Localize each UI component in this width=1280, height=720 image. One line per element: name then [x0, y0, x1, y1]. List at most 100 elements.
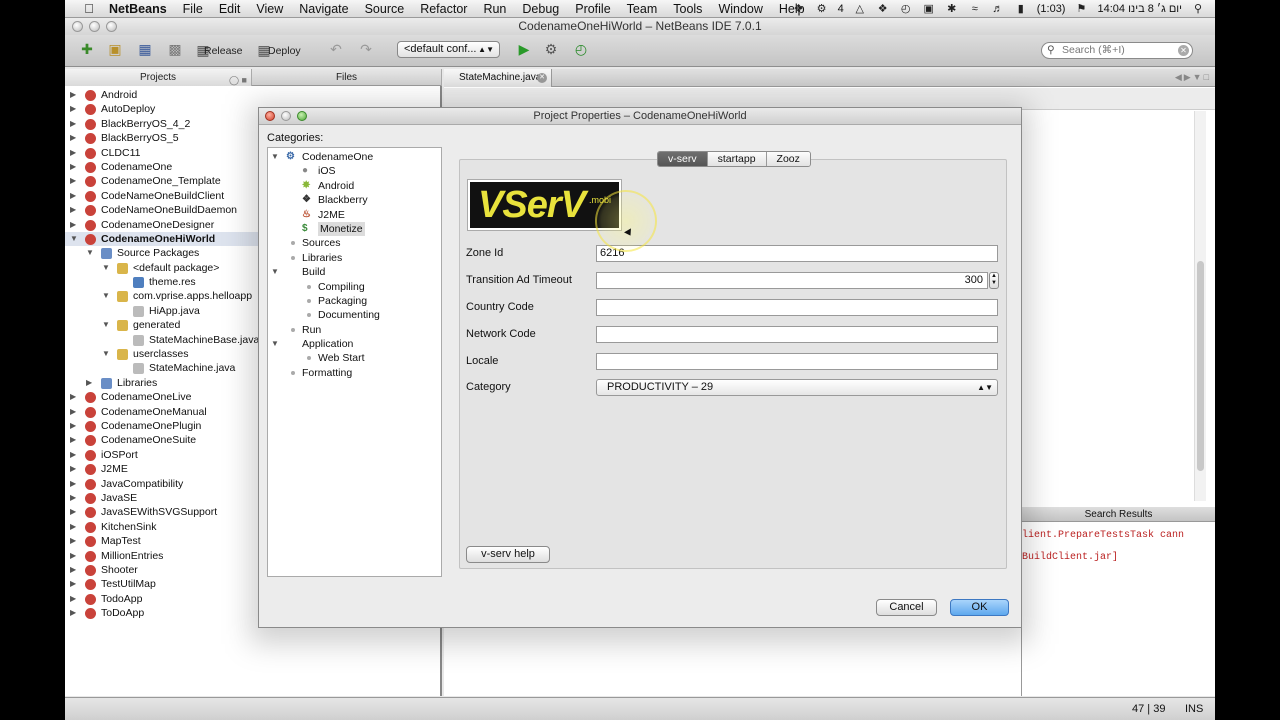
collapse-arrow-icon[interactable]: ▶ [70, 88, 76, 102]
category-item[interactable]: Packaging [268, 294, 441, 308]
collapse-arrow-icon[interactable]: ▶ [70, 433, 76, 447]
country-code-input[interactable] [596, 299, 998, 316]
collapse-arrow-icon[interactable]: ▶ [70, 549, 76, 563]
tab-projects[interactable]: Projects ◯ ■ [65, 69, 252, 86]
collapse-arrow-icon[interactable]: ▶ [70, 405, 76, 419]
expand-arrow-icon[interactable]: ▼ [70, 232, 78, 246]
volume-icon[interactable]: ♬ [991, 3, 1005, 15]
clock[interactable]: יום ג׳ 8 בינו 14:04 [1097, 3, 1182, 15]
configuration-select[interactable]: <default conf... ▲▼ [397, 41, 500, 58]
expand-arrow-icon[interactable]: ▼ [102, 318, 110, 332]
collapse-arrow-icon[interactable]: ▶ [70, 131, 76, 145]
expand-arrow-icon[interactable]: ▼ [102, 347, 110, 361]
menu-view[interactable]: View [248, 2, 291, 16]
category-item[interactable]: ▼ ⚙ CodenameOne [268, 150, 441, 164]
skype-icon[interactable]: ❖ [792, 3, 806, 15]
collapse-arrow-icon[interactable]: ▶ [70, 174, 76, 188]
deploy-button[interactable]: Deploy [268, 45, 301, 57]
expand-arrow-icon[interactable]: ▼ [271, 150, 279, 164]
category-item[interactable]: ▼ Application [268, 337, 441, 351]
tab-controls-icon[interactable]: ◯ ■ [229, 72, 247, 89]
network-code-input[interactable] [596, 326, 998, 343]
category-item[interactable]: ▼ Build [268, 265, 441, 279]
collapse-arrow-icon[interactable]: ▶ [70, 491, 76, 505]
wifi-icon[interactable]: ≈ [968, 3, 982, 15]
collapse-arrow-icon[interactable]: ▶ [70, 160, 76, 174]
scrollbar-thumb[interactable] [1197, 261, 1204, 471]
tab-files[interactable]: Files [252, 69, 442, 86]
new-file-icon[interactable]: ✚ [78, 40, 96, 58]
menu-debug[interactable]: Debug [514, 2, 567, 16]
menu-edit[interactable]: Edit [211, 2, 249, 16]
collapse-arrow-icon[interactable]: ▶ [70, 606, 76, 620]
category-item[interactable]: ✸ Android [268, 179, 441, 193]
menu-window[interactable]: Window [710, 2, 770, 16]
category-item[interactable]: Sources [268, 236, 441, 250]
zone-id-input[interactable]: 6216 [596, 245, 998, 262]
category-select[interactable]: PRODUCTIVITY – 29 ▲▼ [596, 379, 998, 396]
editor-tab-statemachine[interactable]: StateMachine.java ✕ [444, 69, 552, 87]
expand-arrow-icon[interactable]: ▼ [86, 246, 94, 260]
undo-icon[interactable]: ↶ [327, 40, 345, 58]
editor-nav-icons[interactable]: ◀▶▼□ [1175, 72, 1211, 83]
debug-icon[interactable]: ⚙ [542, 40, 560, 58]
collapse-arrow-icon[interactable]: ▶ [70, 218, 76, 232]
collapse-arrow-icon[interactable]: ▶ [70, 577, 76, 591]
tree-row[interactable]: ▶ Android [65, 88, 442, 102]
category-item[interactable]: Libraries [268, 251, 441, 265]
collapse-arrow-icon[interactable]: ▶ [70, 563, 76, 577]
menu-profile[interactable]: Profile [567, 2, 618, 16]
cancel-button[interactable]: Cancel [876, 599, 937, 616]
clear-search-icon[interactable]: ✕ [1178, 45, 1189, 56]
tab-startapp[interactable]: startapp [707, 152, 767, 166]
collapse-arrow-icon[interactable]: ▶ [70, 520, 76, 534]
drive-icon[interactable]: △ [853, 3, 867, 15]
menu-tools[interactable]: Tools [665, 2, 710, 16]
close-tab-icon[interactable]: ✕ [537, 73, 547, 83]
transition-timeout-input[interactable]: 300 [596, 272, 988, 289]
battery-icon[interactable]: ▮ [1014, 3, 1028, 15]
new-project-icon[interactable]: ▣ [106, 40, 124, 58]
display-icon[interactable]: ▣ [922, 3, 936, 15]
spotlight-icon[interactable]: ⚲ [1191, 3, 1205, 15]
window-minimize-button[interactable] [89, 21, 100, 32]
tab-vserv[interactable]: v-serv [658, 152, 708, 166]
ide-search-input[interactable]: ⚲ Search (⌘+I) ✕ [1041, 42, 1193, 59]
dialog-zoom-button[interactable] [297, 111, 307, 121]
tab-zooz[interactable]: Zooz [766, 152, 810, 166]
flag-icon[interactable]: ⚑ [1074, 3, 1088, 15]
window-close-button[interactable] [72, 21, 83, 32]
locale-input[interactable] [596, 353, 998, 370]
bluetooth-icon[interactable]: ✱ [945, 3, 959, 15]
menu-file[interactable]: File [175, 2, 211, 16]
category-item[interactable]: Formatting [268, 366, 441, 380]
category-item[interactable]: ♨ J2ME [268, 208, 441, 222]
time-machine-icon[interactable]: ◴ [899, 3, 913, 15]
menu-refactor[interactable]: Refactor [412, 2, 475, 16]
menu-navigate[interactable]: Navigate [291, 2, 356, 16]
editor-scrollbar[interactable] [1194, 111, 1206, 501]
dropbox-icon[interactable]: ❖ [876, 3, 890, 15]
profile-icon[interactable]: ◴ [572, 40, 590, 58]
menu-app-name[interactable]: NetBeans [101, 2, 175, 16]
collapse-arrow-icon[interactable]: ▶ [70, 117, 76, 131]
collapse-arrow-icon[interactable]: ▶ [70, 146, 76, 160]
category-item[interactable]: $ Monetize [268, 221, 441, 237]
category-item[interactable]: Run [268, 323, 441, 337]
collapse-arrow-icon[interactable]: ▶ [70, 462, 76, 476]
collapse-arrow-icon[interactable]: ▶ [70, 102, 76, 116]
timeout-stepper-icon[interactable]: ▲ ▼ [989, 272, 999, 289]
menu-source[interactable]: Source [357, 2, 413, 16]
open-project-icon[interactable]: ▦ [136, 40, 154, 58]
collapse-arrow-icon[interactable]: ▶ [70, 477, 76, 491]
expand-arrow-icon[interactable]: ▼ [271, 337, 279, 351]
save-all-icon[interactable]: ▩ [166, 40, 184, 58]
collapse-arrow-icon[interactable]: ▶ [70, 390, 76, 404]
collapse-arrow-icon[interactable]: ▶ [70, 592, 76, 606]
expand-arrow-icon[interactable]: ▼ [102, 289, 110, 303]
collapse-arrow-icon[interactable]: ▶ [70, 534, 76, 548]
category-item[interactable]: Web Start [268, 351, 441, 365]
menu-team[interactable]: Team [619, 2, 666, 16]
collapse-arrow-icon[interactable]: ▶ [70, 203, 76, 217]
collapse-arrow-icon[interactable]: ▶ [86, 376, 92, 390]
